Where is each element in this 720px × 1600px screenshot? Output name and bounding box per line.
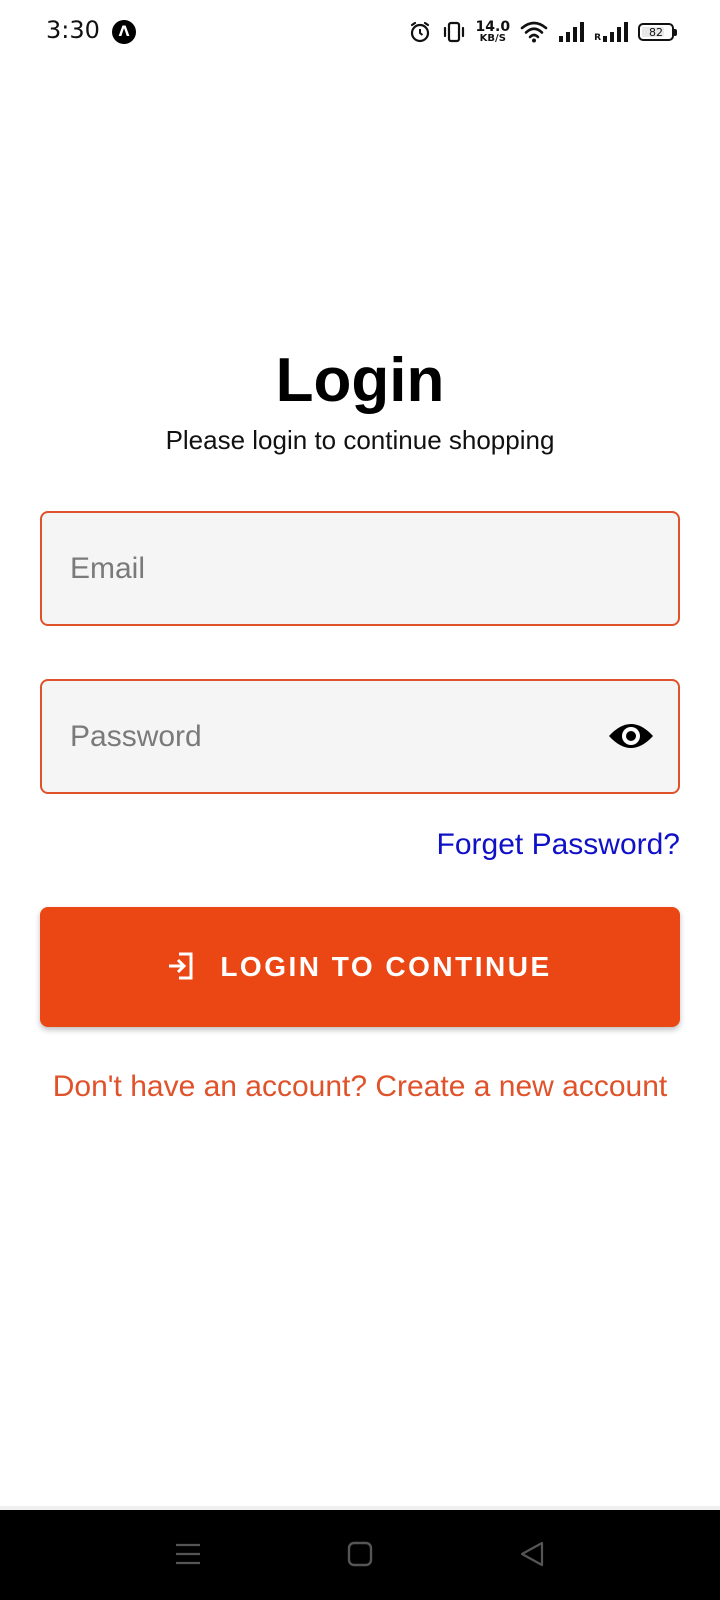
status-time: 3:30	[46, 16, 100, 44]
back-icon[interactable]	[510, 1532, 554, 1576]
password-input[interactable]	[70, 719, 590, 754]
vibrate-icon	[442, 20, 466, 44]
menu-icon[interactable]	[166, 1532, 210, 1576]
status-bar: 3:30 Λ 14.0 KB/S R 82	[0, 0, 720, 64]
network-speed-unit: KB/S	[479, 33, 506, 44]
home-icon[interactable]	[338, 1532, 382, 1576]
page-subtitle: Please login to continue shopping	[165, 425, 555, 455]
page-title: Login	[275, 346, 445, 415]
battery-level-text: 82	[649, 25, 663, 39]
network-speed-value: 14.0	[475, 19, 511, 35]
signal-icon	[558, 21, 585, 43]
login-button[interactable]: LOGIN TO CONTINUE	[40, 907, 680, 1027]
email-input[interactable]	[70, 551, 590, 586]
alarm-icon	[408, 20, 432, 44]
nav-divider	[0, 1506, 720, 1510]
roaming-signal-icon: R	[594, 21, 628, 43]
wifi-icon	[520, 20, 548, 44]
login-icon	[168, 951, 194, 984]
create-account-link[interactable]: Don't have an account? Create a new acco…	[0, 1070, 720, 1104]
expo-icon: Λ	[112, 20, 136, 44]
status-icons: 14.0 KB/S R 82	[408, 18, 677, 46]
navigation-bar	[0, 1506, 720, 1600]
email-field[interactable]	[40, 511, 680, 626]
password-field[interactable]	[40, 679, 680, 794]
network-speed: 14.0 KB/S	[476, 20, 511, 44]
roaming-label: R	[594, 33, 601, 43]
battery-icon: 82	[638, 23, 677, 41]
eye-icon[interactable]	[608, 718, 654, 754]
forgot-password-link[interactable]: Forget Password?	[437, 828, 680, 862]
login-button-label: LOGIN TO CONTINUE	[220, 951, 552, 982]
